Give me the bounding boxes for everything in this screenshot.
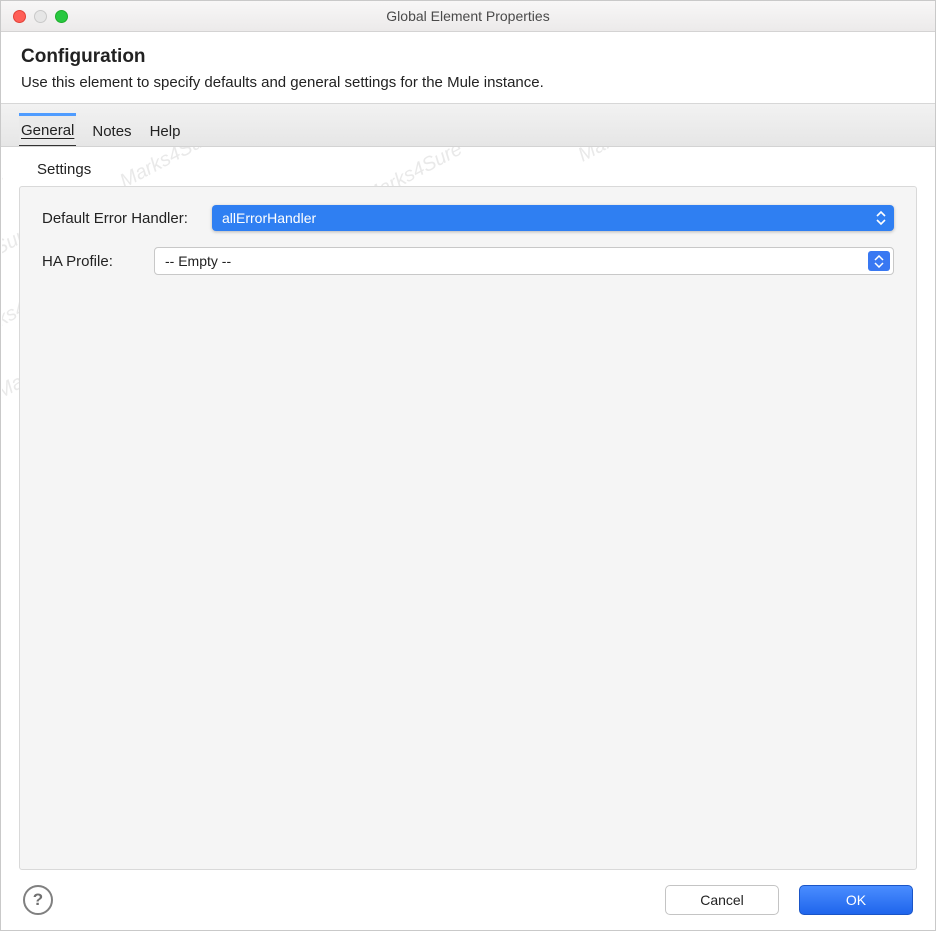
row-ha-profile: HA Profile: -- Empty -- — [42, 247, 894, 275]
tab-help[interactable]: Help — [148, 117, 183, 146]
page-title: Configuration — [21, 46, 915, 68]
settings-panel: Default Error Handler: allErrorHandler H… — [19, 186, 917, 870]
titlebar: Global Element Properties — [1, 1, 935, 32]
tab-label: Help — [150, 123, 181, 140]
ok-label: OK — [846, 892, 866, 908]
tab-label: General — [21, 122, 74, 139]
row-default-error-handler: Default Error Handler: allErrorHandler — [42, 205, 894, 231]
cancel-label: Cancel — [700, 892, 744, 908]
default-error-handler-value: allErrorHandler — [222, 210, 316, 226]
ok-button[interactable]: OK — [799, 885, 913, 915]
label-default-error-handler: Default Error Handler: — [42, 210, 212, 227]
window-title: Global Element Properties — [1, 8, 935, 24]
settings-group-label: Settings — [37, 161, 917, 178]
chevron-updown-icon — [874, 209, 888, 227]
ha-profile-select[interactable]: -- Empty -- — [154, 247, 894, 275]
page-description: Use this element to specify defaults and… — [21, 74, 915, 91]
tab-strip: General Notes Help — [1, 103, 935, 147]
content-area: Settings Default Error Handler: allError… — [1, 147, 935, 870]
header: Configuration Use this element to specif… — [1, 32, 935, 103]
dialog-window: Global Element Properties Configuration … — [0, 0, 936, 931]
tab-label: Notes — [92, 123, 131, 140]
help-glyph: ? — [33, 890, 43, 910]
help-icon[interactable]: ? — [23, 885, 53, 915]
chevron-updown-icon — [868, 251, 890, 271]
dialog-footer: ? Cancel OK — [1, 870, 935, 930]
tab-general[interactable]: General — [19, 113, 76, 146]
default-error-handler-combo[interactable]: allErrorHandler — [212, 205, 894, 231]
label-ha-profile: HA Profile: — [42, 253, 154, 270]
tab-notes[interactable]: Notes — [90, 117, 133, 146]
cancel-button[interactable]: Cancel — [665, 885, 779, 915]
ha-profile-value: -- Empty -- — [165, 253, 231, 269]
